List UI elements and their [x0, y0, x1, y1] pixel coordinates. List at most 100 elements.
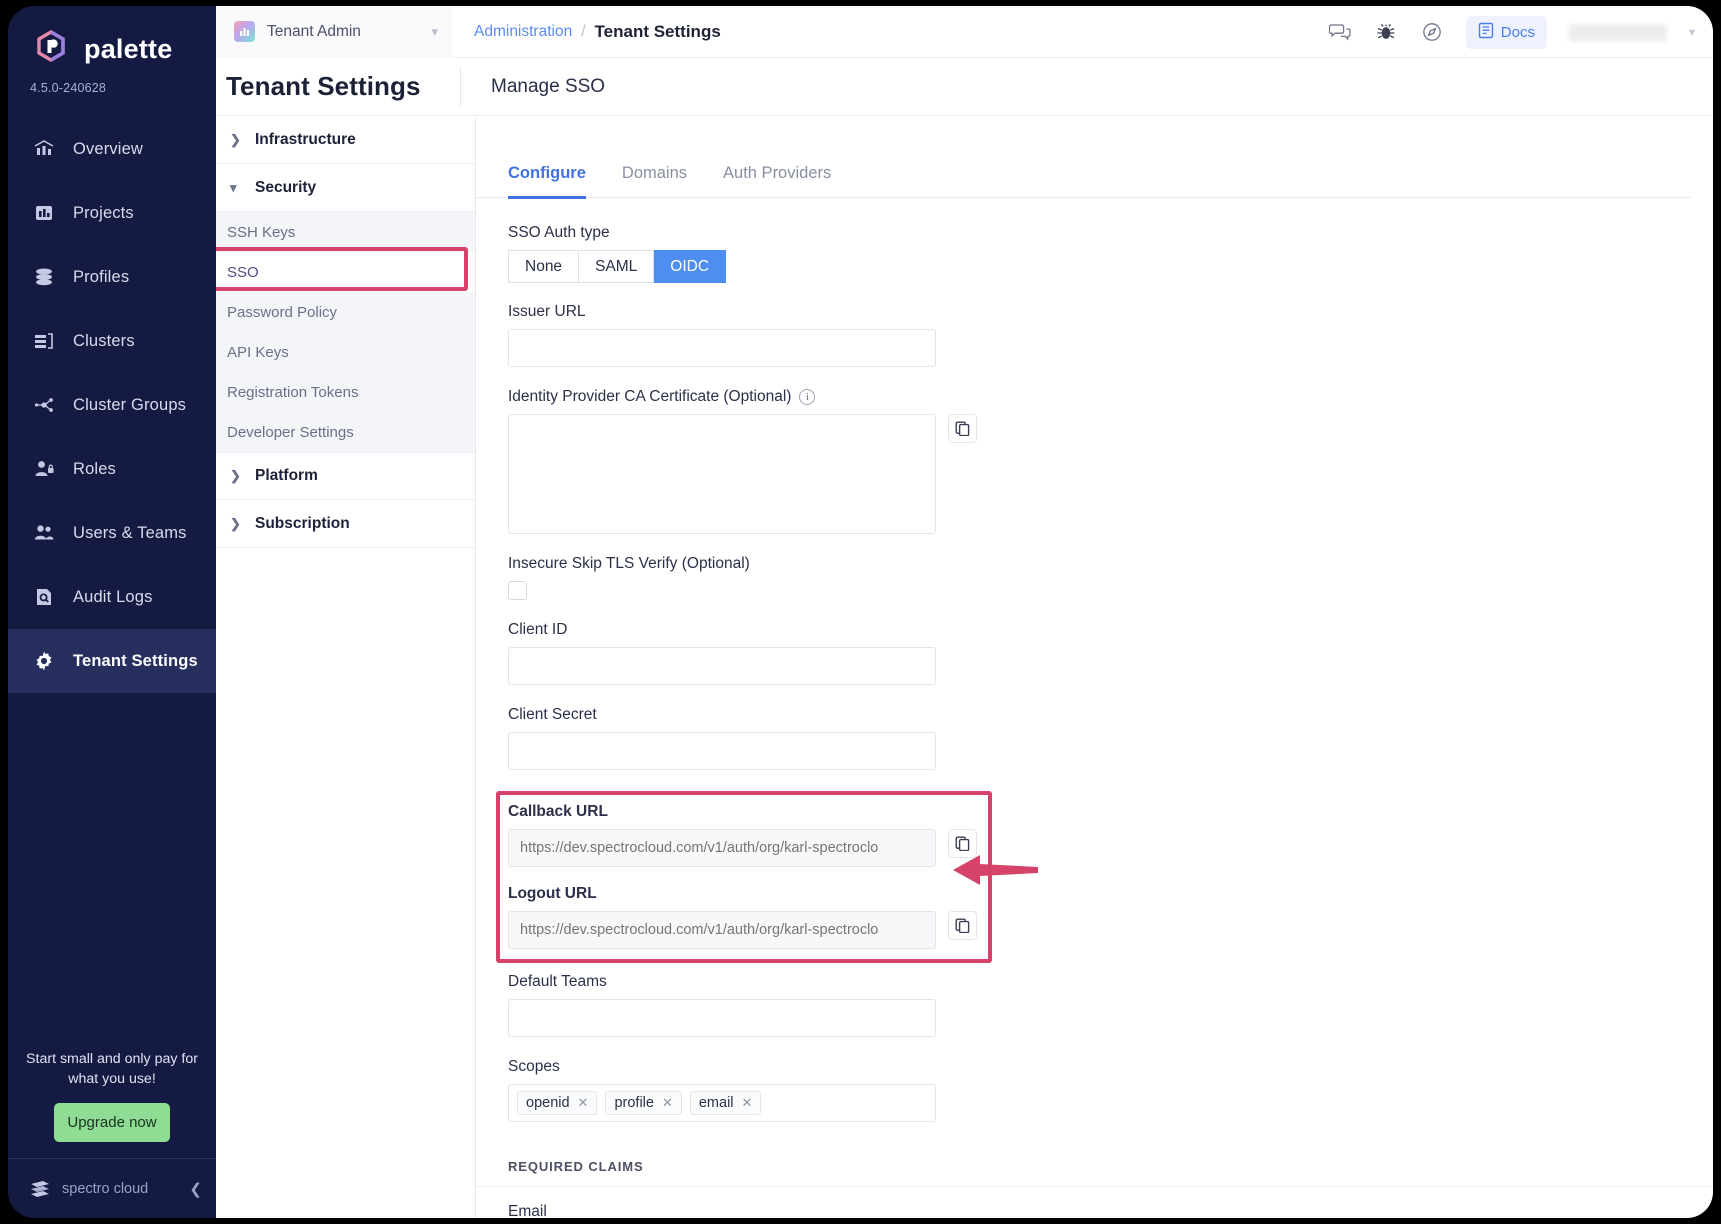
sso-auth-type-label: SSO Auth type — [508, 224, 1713, 242]
scope-tag: email ✕ — [690, 1091, 762, 1115]
callback-url-label: Callback URL — [508, 803, 980, 821]
sidebar-item-cluster-groups[interactable]: Cluster Groups — [8, 373, 216, 437]
page-subtitle: Manage SSO — [460, 67, 605, 107]
settings-item-api-keys[interactable]: API Keys — [216, 332, 475, 372]
callback-url-row — [508, 829, 980, 867]
app-screen: palette 4.5.0-240628 Overview Projects — [0, 0, 1721, 1224]
settings-item-label: SSO — [227, 264, 259, 281]
sso-form: SSO Auth type None SAML OIDC Issuer URL … — [476, 198, 1713, 1218]
docs-button[interactable]: Docs — [1466, 16, 1547, 49]
scope-selector[interactable]: Tenant Admin ▾ — [216, 6, 452, 58]
breadcrumb-parent[interactable]: Administration — [474, 23, 572, 41]
tab-configure[interactable]: Configure — [508, 164, 586, 199]
auth-type-none-button[interactable]: None — [508, 250, 579, 283]
projects-icon — [32, 201, 56, 225]
settings-item-label: Password Policy — [227, 304, 337, 321]
chevron-down-icon: ▾ — [431, 24, 438, 40]
sidebar-item-label: Roles — [73, 460, 116, 479]
settings-group-subscription[interactable]: ❯ Subscription — [216, 500, 475, 548]
docs-label: Docs — [1501, 24, 1535, 41]
auth-type-saml-button[interactable]: SAML — [579, 250, 654, 283]
topbar-actions: Docs ▾ — [1328, 6, 1695, 58]
scopes-group: Scopes openid ✕ profile ✕ email — [508, 1058, 1713, 1122]
sidebar-item-profiles[interactable]: Profiles — [8, 245, 216, 309]
auth-type-oidc-button[interactable]: OIDC — [654, 250, 726, 283]
idp-ca-cert-textarea[interactable] — [508, 414, 936, 534]
settings-group-infrastructure[interactable]: ❯ Infrastructure — [216, 116, 475, 164]
content-split: ❯ Infrastructure ▾ Security SSH Keys SSO… — [216, 116, 1713, 1218]
required-claims-header: REQUIRED CLAIMS — [476, 1143, 1713, 1187]
main-area: Tenant Admin ▾ Administration / Tenant S… — [216, 6, 1713, 1218]
issuer-url-group: Issuer URL — [508, 303, 1713, 367]
sidebar-item-roles[interactable]: Roles — [8, 437, 216, 501]
scope-label: Tenant Admin — [267, 23, 419, 41]
tab-auth-providers[interactable]: Auth Providers — [723, 164, 831, 199]
default-teams-input[interactable] — [508, 999, 936, 1037]
client-secret-input[interactable] — [508, 732, 936, 770]
chevron-right-icon: ❯ — [230, 132, 242, 148]
sidebar-item-clusters[interactable]: Clusters — [8, 309, 216, 373]
copy-icon-ca-cert[interactable] — [948, 414, 977, 443]
topbar: Tenant Admin ▾ Administration / Tenant S… — [216, 6, 1713, 58]
sidebar-item-label: Cluster Groups — [73, 396, 186, 415]
settings-item-sso[interactable]: SSO — [216, 252, 475, 292]
scopes-tag-field[interactable]: openid ✕ profile ✕ email ✕ — [508, 1084, 936, 1122]
client-id-group: Client ID — [508, 621, 1713, 685]
settings-group-label: Infrastructure — [255, 131, 356, 149]
page-title: Tenant Settings — [216, 71, 460, 102]
tab-bar: Configure Domains Auth Providers — [476, 116, 1691, 198]
settings-item-label: API Keys — [227, 344, 289, 361]
close-icon[interactable]: ✕ — [742, 1095, 753, 1111]
logout-url-row — [508, 911, 980, 949]
upgrade-now-button[interactable]: Upgrade now — [54, 1103, 170, 1142]
compass-icon[interactable] — [1420, 20, 1444, 44]
clusters-icon — [32, 329, 56, 353]
sidebar-item-label: Overview — [73, 140, 143, 159]
settings-item-registration-tokens[interactable]: Registration Tokens — [216, 372, 475, 412]
chevron-down-icon[interactable]: ▾ — [1689, 25, 1695, 39]
callback-url-input[interactable] — [508, 829, 936, 867]
logout-url-input[interactable] — [508, 911, 936, 949]
settings-item-ssh-keys[interactable]: SSH Keys — [216, 212, 475, 252]
close-icon[interactable]: ✕ — [662, 1095, 673, 1111]
bug-icon[interactable] — [1374, 20, 1398, 44]
scope-tag-label: profile — [614, 1095, 654, 1111]
sidebar-item-label: Clusters — [73, 332, 135, 351]
sidebar-item-audit-logs[interactable]: Audit Logs — [8, 565, 216, 629]
info-icon[interactable]: i — [799, 389, 815, 405]
logout-url-label: Logout URL — [508, 885, 980, 903]
cluster-groups-icon — [32, 393, 56, 417]
settings-item-password-policy[interactable]: Password Policy — [216, 292, 475, 332]
settings-group-platform[interactable]: ❯ Platform — [216, 452, 475, 500]
close-icon[interactable]: ✕ — [578, 1095, 589, 1111]
sidebar-item-projects[interactable]: Projects — [8, 181, 216, 245]
brand[interactable]: palette — [8, 6, 216, 70]
settings-group-label: Platform — [255, 467, 318, 485]
gear-icon — [32, 649, 56, 673]
client-id-input[interactable] — [508, 647, 936, 685]
audit-logs-icon — [32, 585, 56, 609]
insecure-skip-tls-checkbox[interactable] — [508, 581, 527, 600]
upgrade-promo: Start small and only pay for what you us… — [8, 1049, 216, 1158]
sidebar-footer: spectro cloud ❮ — [8, 1158, 216, 1218]
page-header: Tenant Settings Manage SSO — [216, 58, 1713, 116]
sidebar-item-overview[interactable]: Overview — [8, 117, 216, 181]
chat-icon[interactable] — [1328, 20, 1352, 44]
settings-item-developer-settings[interactable]: Developer Settings — [216, 412, 475, 452]
sso-configure-panel: Configure Domains Auth Providers SSO Aut… — [476, 116, 1713, 1218]
client-secret-group: Client Secret — [508, 706, 1713, 770]
company-name: spectro cloud — [62, 1181, 179, 1197]
issuer-url-label: Issuer URL — [508, 303, 1713, 321]
settings-group-security[interactable]: ▾ Security — [216, 164, 475, 212]
settings-item-label: Registration Tokens — [227, 384, 358, 401]
sidebar-item-tenant-settings[interactable]: Tenant Settings — [8, 629, 216, 693]
copy-icon-logout-url[interactable] — [948, 911, 977, 940]
tab-domains[interactable]: Domains — [622, 164, 687, 199]
callback-logout-highlight-block: Callback URL Logout URL — [496, 791, 992, 963]
breadcrumb-current: Tenant Settings — [595, 22, 721, 42]
chevron-left-icon[interactable]: ❮ — [189, 1180, 202, 1198]
scope-tag-label: openid — [526, 1095, 570, 1111]
brand-name: palette — [84, 34, 172, 65]
sidebar-item-users-teams[interactable]: Users & Teams — [8, 501, 216, 565]
issuer-url-input[interactable] — [508, 329, 936, 367]
